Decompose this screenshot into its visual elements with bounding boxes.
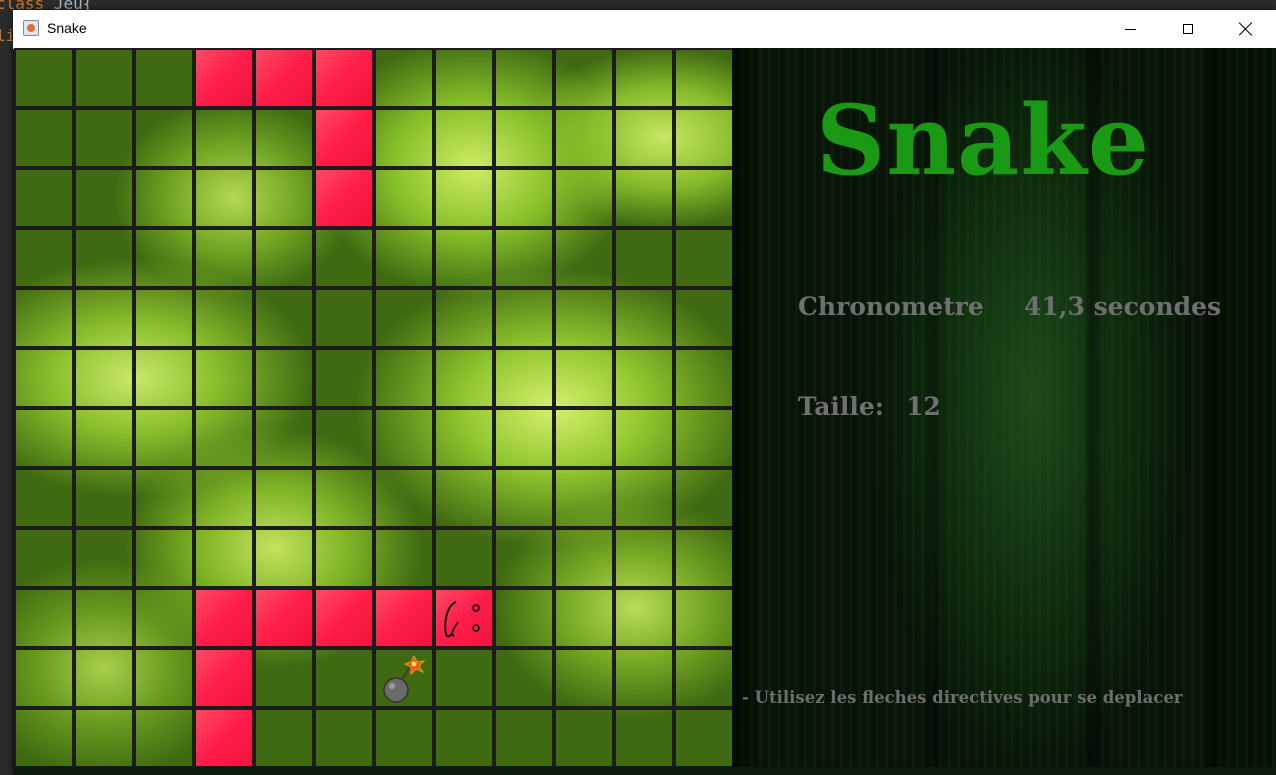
snake-segment [256,590,312,646]
chrono-value: 41,3 secondes [1024,292,1222,321]
grid-line [14,226,732,230]
grid-line [14,346,732,350]
grid-line [14,586,732,590]
game-title: Snake [816,84,1150,197]
instructions-text: - Utilisez les fleches directives pour s… [742,688,1183,707]
minimize-icon [1124,28,1136,30]
maximize-icon [1183,24,1193,34]
snake-segment [196,590,252,646]
snake-segment [196,50,252,106]
snake-segment [316,110,372,166]
bomb-icon [376,650,432,706]
snake-head [436,590,492,646]
snake-segment [316,590,372,646]
snake-segment [376,590,432,646]
grid-line [14,706,732,710]
size-value: 12 [906,392,941,421]
snake-segment [196,650,252,706]
grid-line [14,286,732,290]
grid-line [14,48,732,50]
grid-line [14,526,732,530]
window-title: Snake [47,20,87,36]
game-window: Snake Snake Chronometre 41,3 secondes Ta… [13,10,1276,775]
grid-line [14,766,732,767]
snake-segment [256,50,312,106]
minimize-button[interactable] [1101,10,1159,48]
game-board[interactable] [14,48,732,767]
grid-line [14,646,732,650]
close-button[interactable] [1217,10,1275,48]
chrono-label: Chronometre [798,292,984,321]
java-app-icon [23,20,39,36]
snake-segment [316,50,372,106]
grid-line [14,166,732,170]
snake-segment [316,170,372,226]
grid-line [14,406,732,410]
snake-face-icon [444,601,480,638]
grid-line [14,466,732,470]
grid-line [14,106,732,110]
size-label: Taille: [798,392,885,421]
side-panel: Snake Chronometre 41,3 secondes Taille: … [732,48,1276,767]
maximize-button[interactable] [1159,10,1217,48]
snake-segment [196,710,252,766]
title-bar[interactable]: Snake [13,10,1276,49]
close-icon [1239,22,1253,36]
